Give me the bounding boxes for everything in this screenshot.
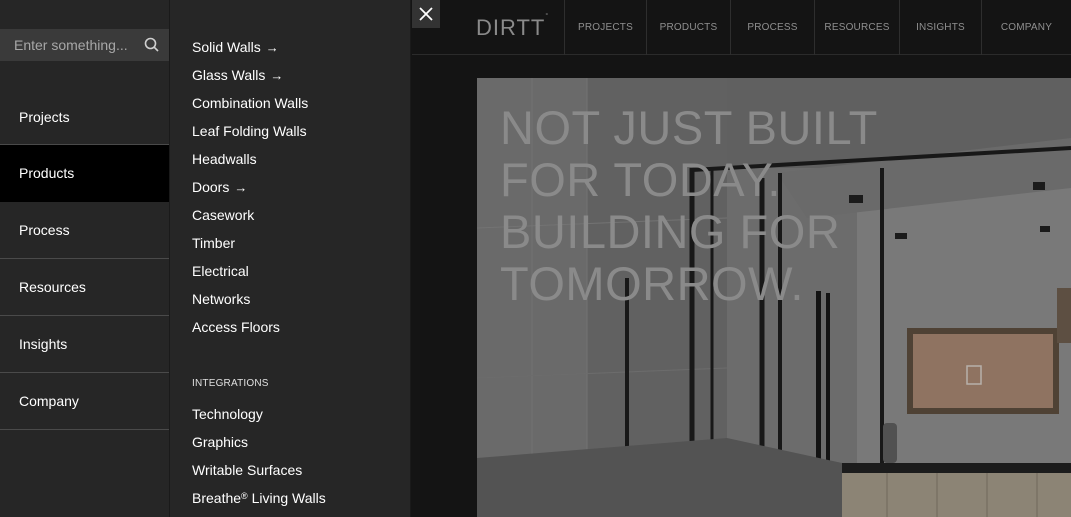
main-menu-list: Projects Products Process Resources Insi… <box>0 89 169 430</box>
integrations-heading: INTEGRATIONS <box>192 378 269 389</box>
top-nav-company[interactable]: COMPANY <box>981 0 1071 55</box>
arrow-right-icon: → <box>265 39 279 55</box>
submenu-item-electrical[interactable]: Electrical <box>192 257 308 285</box>
arrow-right-icon: → <box>270 67 284 83</box>
nav-item-insights[interactable]: Insights <box>0 316 169 373</box>
integrations-list: Technology Graphics Writable Surfaces Br… <box>192 400 326 512</box>
nav-item-process[interactable]: Process <box>0 202 169 259</box>
nav-item-resources[interactable]: Resources <box>0 259 169 316</box>
close-icon <box>419 7 433 21</box>
nav-item-company[interactable]: Company <box>0 373 169 430</box>
hero-headline-line: BUILDING FOR <box>500 205 841 258</box>
search-box <box>0 29 169 61</box>
submenu-item-access-floors[interactable]: Access Floors <box>192 313 308 341</box>
submenu-item-graphics[interactable]: Graphics <box>192 428 326 456</box>
top-nav-projects[interactable]: PROJECTS <box>564 0 646 55</box>
hero-headline: NOT JUST BUILT FOR TODAY. BUILDING FOR T… <box>500 102 920 310</box>
nav-item-products[interactable]: Products <box>0 145 169 202</box>
submenu-item-solid-walls[interactable]: Solid Walls → <box>192 33 308 61</box>
main-menu-panel: Projects Products Process Resources Insi… <box>0 0 170 517</box>
submenu-item-doors[interactable]: Doors → <box>192 173 308 201</box>
nav-item-projects[interactable]: Projects <box>0 89 169 145</box>
top-nav-products[interactable]: PRODUCTS <box>646 0 730 55</box>
products-submenu-list: Solid Walls → Glass Walls → Combination Wa… <box>192 33 308 341</box>
submenu-item-timber[interactable]: Timber <box>192 229 308 257</box>
top-nav-insights[interactable]: INSIGHTS <box>899 0 981 55</box>
submenu-item-breathe-living-walls[interactable]: Breathe ® Living Walls <box>192 484 326 512</box>
submenu-item-combination-walls[interactable]: Combination Walls <box>192 89 308 117</box>
close-menu-button[interactable] <box>412 0 440 28</box>
submenu-item-casework[interactable]: Casework <box>192 201 308 229</box>
submenu-item-headwalls[interactable]: Headwalls <box>192 145 308 173</box>
site-logo[interactable]: DIRTT° <box>476 13 549 41</box>
search-button[interactable] <box>143 36 161 54</box>
site-background: DIRTT° PROJECTS PRODUCTS PROCESS RESOURC… <box>412 0 1071 517</box>
hero-headline-line: FOR TODAY. <box>500 153 781 206</box>
submenu-item-leaf-folding-walls[interactable]: Leaf Folding Walls <box>192 117 308 145</box>
hero-image: NOT JUST BUILT FOR TODAY. BUILDING FOR T… <box>477 78 1071 517</box>
arrow-right-icon: → <box>234 179 248 195</box>
submenu-item-glass-walls[interactable]: Glass Walls → <box>192 61 308 89</box>
top-nav-resources[interactable]: RESOURCES <box>814 0 899 55</box>
hero-headline-line: NOT JUST BUILT <box>500 101 878 154</box>
search-icon <box>144 37 159 52</box>
submenu-item-technology[interactable]: Technology <box>192 400 326 428</box>
top-nav-process[interactable]: PROCESS <box>730 0 814 55</box>
search-input[interactable] <box>0 29 135 61</box>
submenu-item-networks[interactable]: Networks <box>192 285 308 313</box>
site-header: DIRTT° PROJECTS PRODUCTS PROCESS RESOURC… <box>412 0 1071 55</box>
hero-headline-line: TOMORROW. <box>500 257 804 310</box>
top-nav: PROJECTS PRODUCTS PROCESS RESOURCES INSI… <box>564 0 1071 55</box>
submenu-item-writable-surfaces[interactable]: Writable Surfaces <box>192 456 326 484</box>
products-submenu-panel: Solid Walls → Glass Walls → Combination Wa… <box>170 0 411 517</box>
